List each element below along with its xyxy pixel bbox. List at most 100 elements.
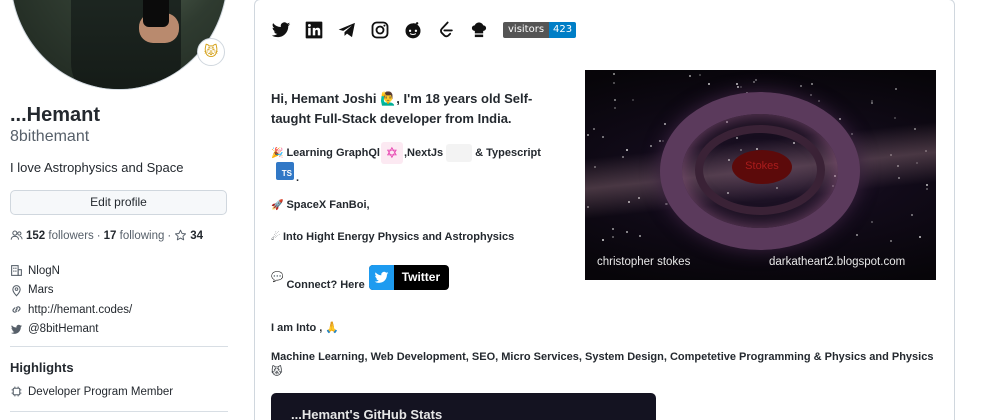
chat-icon: 💬 — [271, 271, 284, 283]
followers-link[interactable]: 152 followers — [26, 230, 94, 242]
highlight-item: Developer Program Member — [10, 385, 173, 398]
visitors-count: 423 — [549, 22, 577, 38]
leetcode-icon[interactable] — [436, 20, 456, 40]
follow-stats: 152 followers · 17 following · 34 — [10, 229, 203, 242]
followers-label: followers — [48, 229, 94, 242]
twitter-button[interactable]: Twitter — [368, 264, 450, 290]
star-dot — [800, 85, 802, 87]
comet-icon: ☄ — [271, 231, 280, 243]
star-dot — [818, 100, 820, 102]
star-dot — [614, 107, 616, 109]
twitter-button-icon — [368, 264, 394, 290]
location-row: Mars — [10, 281, 132, 301]
star-dot — [890, 240, 892, 242]
organization-icon — [10, 264, 23, 277]
website-row: http://hemant.codes/ — [10, 300, 132, 320]
image-center-text: Stokes — [745, 160, 779, 172]
people-icon — [10, 229, 23, 242]
image-caption-right: darkatheart2.blogspot.com — [769, 256, 906, 268]
star-icon — [174, 229, 187, 242]
star-dot — [755, 79, 757, 81]
learning-line: 🎉 Learning GraphQl ✡ ,NextJs & Typescrip… — [271, 142, 541, 164]
website-link[interactable]: http://hemant.codes/ — [28, 304, 132, 316]
star-dot — [871, 102, 873, 104]
star-dot — [650, 145, 652, 147]
link-icon — [10, 303, 23, 316]
profile-bio: I love Astrophysics and Space — [10, 160, 184, 175]
twitter-icon[interactable] — [271, 20, 291, 40]
topics-text: Machine Learning, Web Development, SEO, … — [271, 351, 934, 378]
learning-suffix: & Typescript — [475, 147, 541, 159]
star-dot — [911, 214, 913, 216]
star-dot — [871, 100, 873, 102]
star-dot — [839, 118, 841, 120]
twitter-row: @8bitHemant — [10, 320, 132, 340]
visitors-badge: visitors 423 — [503, 22, 577, 38]
star-dot — [626, 231, 628, 233]
telegram-icon[interactable] — [337, 20, 357, 40]
star-dot — [856, 234, 858, 236]
star-dot — [662, 140, 664, 142]
star-dot — [689, 75, 691, 77]
intro-text: Hi, Hemant Joshi 🙋‍♂️, I'm 18 years old … — [271, 91, 533, 126]
github-stats-card[interactable]: ...Hemant's GitHub Stats — [271, 393, 656, 420]
star-dot — [926, 184, 928, 186]
ts-dot: . — [296, 172, 300, 184]
profile-name: ...Hemant — [10, 104, 101, 126]
star-dot — [613, 73, 615, 75]
twitter-bird-icon — [10, 323, 23, 336]
star-dot — [612, 236, 614, 238]
visitors-label: visitors — [503, 22, 550, 38]
star-dot — [895, 88, 897, 90]
star-dot — [919, 236, 921, 238]
followers-count: 152 — [26, 229, 46, 242]
star-dot — [736, 83, 738, 85]
star-dot — [639, 235, 641, 237]
star-dot — [708, 83, 710, 85]
social-links: visitors 423 — [271, 20, 577, 40]
company-text: NlogN — [28, 264, 60, 277]
sidebar-divider — [10, 411, 228, 412]
blackhole-image: Stokes christopher stokes darkatheart2.b… — [585, 70, 936, 280]
location-icon — [10, 284, 23, 297]
star-dot — [659, 140, 661, 142]
star-dot — [740, 86, 742, 88]
avatar[interactable] — [10, 0, 228, 90]
physics-line: ☄ Into Hight Energy Physics and Astrophy… — [271, 231, 514, 243]
connect-text: Connect? Here — [286, 279, 365, 291]
following-count: 17 — [103, 229, 117, 242]
image-caption-left: christopher stokes — [597, 256, 691, 268]
instagram-icon[interactable] — [370, 20, 390, 40]
star-dot — [587, 134, 589, 136]
avatar-phone — [143, 0, 169, 27]
twitter-link[interactable]: @8bitHemant — [28, 323, 98, 335]
profile-login: 8bithemant — [10, 128, 90, 145]
stats-title: ...Hemant's GitHub Stats — [291, 407, 443, 420]
status-emoji[interactable]: 😾 — [197, 38, 225, 66]
company-row: NlogN — [10, 261, 132, 281]
reddit-icon[interactable] — [403, 20, 423, 40]
sparkles-icon: 🎉 — [271, 147, 284, 159]
star-dot — [614, 99, 616, 101]
star-dot — [871, 221, 873, 223]
edit-profile-button[interactable]: Edit profile — [10, 190, 227, 215]
learning-mid: ,NextJs — [403, 147, 444, 159]
following-link[interactable]: 17 following — [104, 230, 165, 242]
spacex-text: SpaceX FanBoi, — [286, 199, 370, 211]
twitter-button-label: Twitter — [401, 270, 441, 284]
typescript-icon: TS — [276, 162, 294, 180]
chef-icon[interactable] — [469, 20, 489, 40]
star-dot — [737, 86, 739, 88]
learning-prefix: Learning GraphQl — [286, 147, 380, 159]
separator: · — [96, 229, 101, 242]
star-dot — [602, 136, 604, 138]
nextjs-icon — [446, 144, 473, 162]
location-text: Mars — [28, 284, 54, 297]
following-label: following — [119, 229, 165, 242]
stars-link[interactable]: 34 — [174, 229, 203, 242]
star-dot — [613, 82, 615, 84]
star-dot — [626, 149, 628, 151]
star-dot — [894, 117, 896, 119]
highlights-title: Highlights — [10, 360, 74, 375]
linkedin-icon[interactable] — [304, 20, 324, 40]
